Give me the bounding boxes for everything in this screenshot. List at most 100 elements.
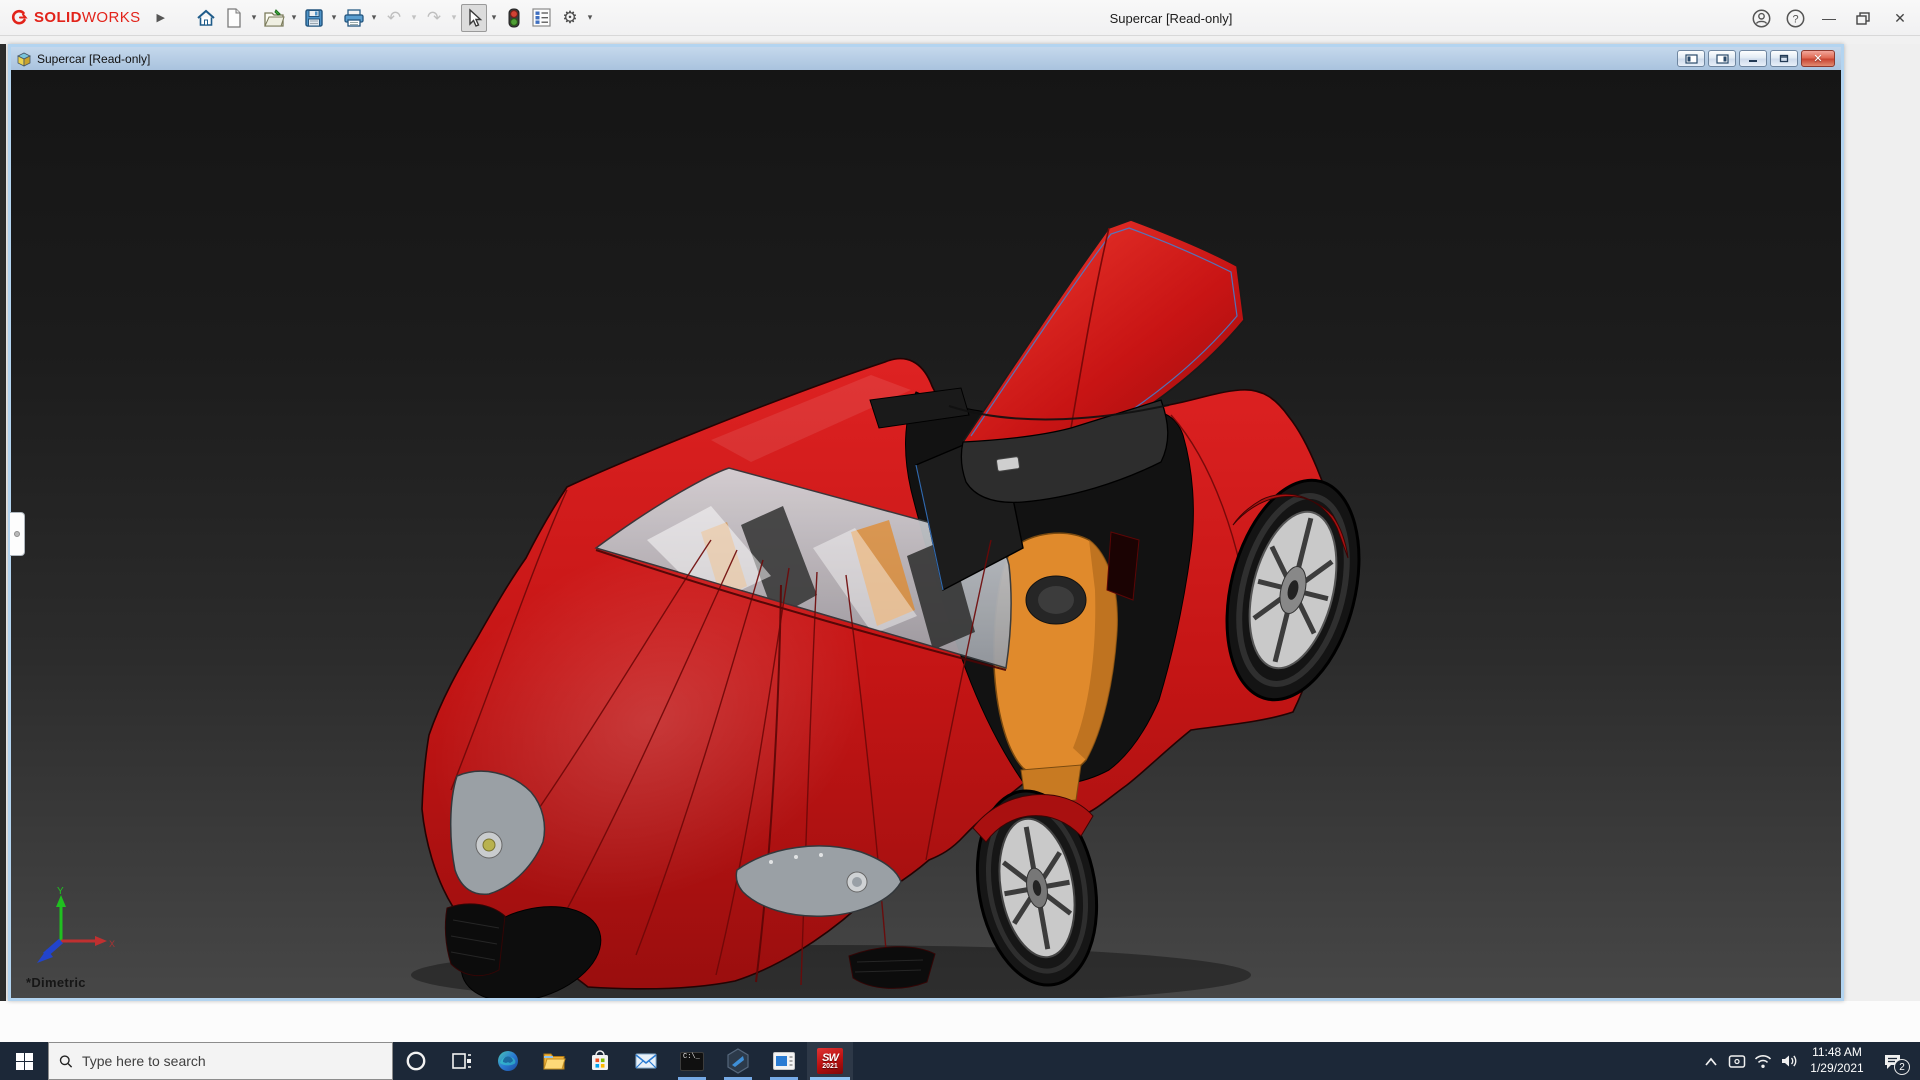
chevron-up-icon: [1704, 1057, 1718, 1066]
redo-dropdown-arrow[interactable]: ▾: [449, 12, 459, 23]
view-orientation-label: *Dimetric: [26, 975, 86, 990]
windows-logo-icon: [16, 1053, 33, 1070]
close-doc-icon: ✕: [1813, 52, 1822, 65]
taskbar: C:\_ SW 2021: [0, 1042, 1920, 1080]
solidworks-logo: SOLIDWORKS ▶: [0, 9, 175, 27]
command-prompt-button[interactable]: C:\_: [669, 1042, 715, 1080]
side-vent[interactable]: [1107, 532, 1139, 600]
status-bar-area: [0, 1001, 1920, 1042]
notification-badge: 2: [1894, 1059, 1910, 1075]
minimize-app-button[interactable]: —: [1812, 0, 1846, 36]
microsoft-store-button[interactable]: [577, 1042, 623, 1080]
dassault-3ds-logo-icon: [10, 9, 28, 27]
options-dropdown-arrow[interactable]: ▾: [585, 12, 595, 23]
select-tool-button[interactable]: [461, 4, 487, 32]
mdi-background-right: [1844, 44, 1920, 1001]
wifi-icon: [1754, 1054, 1772, 1069]
clock-date: 1/29/2021: [1804, 1061, 1870, 1077]
file-explorer-icon: [542, 1050, 566, 1072]
mail-icon: [634, 1051, 658, 1071]
options-button[interactable]: ⚙: [557, 4, 583, 32]
system-tray: 11:48 AM 1/29/2021 2: [1698, 1042, 1920, 1080]
redo-button[interactable]: ↷: [421, 4, 447, 32]
brand-text: SOLIDWORKS: [34, 9, 141, 26]
app-title: Supercar [Read-only]: [1110, 0, 1233, 36]
search-icon: [59, 1054, 73, 1069]
file-properties-icon: [532, 8, 551, 27]
taskbar-search[interactable]: [48, 1042, 393, 1080]
app-titlebar: SOLIDWORKS ▶ ▾ ▾: [0, 0, 1920, 36]
media-app-button[interactable]: [761, 1042, 807, 1080]
hexagon-app-icon: [726, 1048, 750, 1074]
volume-tray-button[interactable]: [1776, 1042, 1802, 1080]
close-app-button[interactable]: ✕: [1880, 0, 1920, 36]
home-button[interactable]: [193, 4, 219, 32]
featuremanager-collapsed-tab[interactable]: [10, 512, 25, 556]
hidden-icons-button[interactable]: [1698, 1042, 1724, 1080]
new-document-icon: [225, 8, 243, 28]
save-icon: [304, 8, 324, 28]
solidworks-2021-button[interactable]: SW 2021: [807, 1042, 853, 1080]
restore-app-button[interactable]: [1846, 0, 1880, 36]
solidworks-2021-icon: SW 2021: [817, 1048, 843, 1074]
taskbar-clock[interactable]: 11:48 AM 1/29/2021: [1802, 1045, 1872, 1076]
minimize-doc-button[interactable]: [1739, 50, 1767, 67]
select-dropdown-arrow[interactable]: ▾: [489, 12, 499, 23]
triad-x-label: X: [109, 939, 115, 949]
start-button[interactable]: [0, 1042, 48, 1080]
print-dropdown-arrow[interactable]: ▾: [369, 12, 379, 23]
account-button[interactable]: [1744, 0, 1778, 36]
document-titlebar[interactable]: Supercar [Read-only]: [11, 47, 1841, 70]
undo-dropdown-arrow[interactable]: ▾: [409, 12, 419, 23]
open-folder-icon: [263, 8, 285, 28]
search-input[interactable]: [82, 1053, 382, 1069]
rebuild-traffic-light-icon: [508, 8, 520, 28]
options-gear-icon: ⚙: [562, 8, 577, 28]
hexagon-app-button[interactable]: [715, 1042, 761, 1080]
part-document-icon: [15, 51, 32, 67]
task-view-button[interactable]: [439, 1042, 485, 1080]
file-explorer-button[interactable]: [531, 1042, 577, 1080]
print-icon: [343, 8, 365, 28]
new-dropdown-arrow[interactable]: ▾: [249, 12, 259, 23]
home-icon: [196, 8, 216, 28]
graphics-viewport[interactable]: Y X *Dimetric: [11, 70, 1841, 998]
undo-icon: ↶: [387, 8, 401, 28]
command-prompt-icon: C:\_: [680, 1052, 704, 1071]
orientation-triad[interactable]: Y X: [37, 885, 117, 971]
menu-flyout-arrow-icon[interactable]: ▶: [157, 11, 165, 24]
close-doc-button[interactable]: ✕: [1801, 50, 1835, 67]
edge-button[interactable]: [485, 1042, 531, 1080]
wifi-tray-button[interactable]: [1750, 1042, 1776, 1080]
mdi-background-strip: [0, 44, 6, 1001]
new-document-button[interactable]: [221, 4, 247, 32]
action-center-button[interactable]: 2: [1872, 1042, 1912, 1080]
3d-model-supercar[interactable]: [11, 70, 1841, 998]
restore-doc-icon: [1779, 54, 1789, 63]
open-button[interactable]: [261, 4, 287, 32]
media-app-icon: [772, 1051, 796, 1071]
pane-right-button[interactable]: [1708, 50, 1736, 67]
account-icon: [1752, 9, 1771, 28]
document-title: Supercar [Read-only]: [37, 52, 150, 66]
pane-left-button[interactable]: [1677, 50, 1705, 67]
close-icon: ✕: [1894, 10, 1906, 27]
help-button[interactable]: ?: [1778, 0, 1812, 36]
rebuild-button[interactable]: [501, 4, 527, 32]
minimize-icon: —: [1822, 10, 1836, 26]
display-tray-button[interactable]: [1724, 1042, 1750, 1080]
print-button[interactable]: [341, 4, 367, 32]
open-dropdown-arrow[interactable]: ▾: [289, 12, 299, 23]
save-dropdown-arrow[interactable]: ▾: [329, 12, 339, 23]
file-properties-button[interactable]: [529, 4, 555, 32]
document-window: Supercar [Read-only]: [8, 44, 1844, 1001]
restore-doc-button[interactable]: [1770, 50, 1798, 67]
volume-icon: [1780, 1053, 1798, 1069]
redo-icon: ↷: [427, 8, 441, 28]
undo-button[interactable]: ↶: [381, 4, 407, 32]
mail-button[interactable]: [623, 1042, 669, 1080]
save-button[interactable]: [301, 4, 327, 32]
clock-time: 11:48 AM: [1804, 1045, 1870, 1061]
cortana-button[interactable]: [393, 1042, 439, 1080]
minimize-doc-icon: [1748, 54, 1758, 63]
